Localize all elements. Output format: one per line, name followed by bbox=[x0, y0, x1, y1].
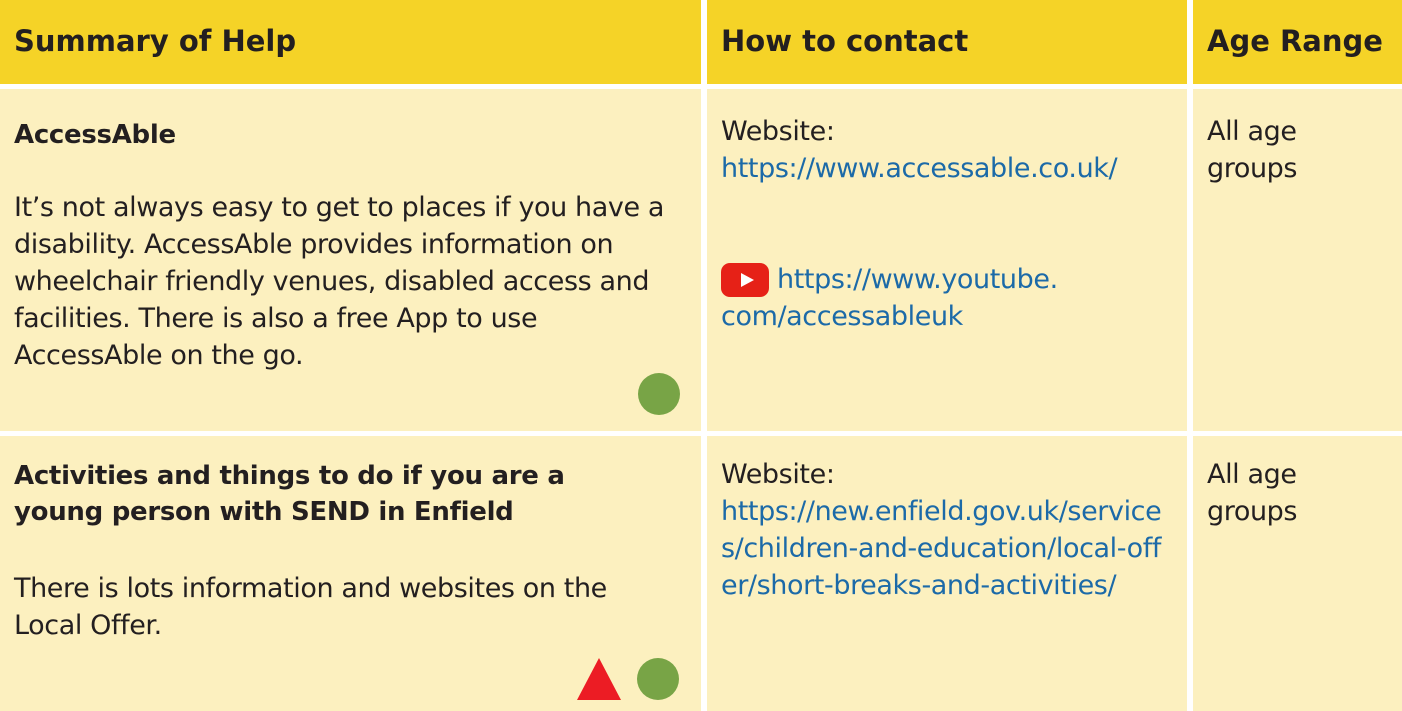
header-contact-label: How to contact bbox=[721, 24, 969, 58]
row-2-website-link[interactable]: https://new.enfield.gov.uk/services/chil… bbox=[721, 493, 1167, 604]
green-circle-icon-2 bbox=[637, 658, 679, 700]
row-1-summary-cell: AccessAble It’s not always easy to get t… bbox=[0, 89, 701, 431]
red-triangle-icon bbox=[577, 658, 621, 700]
help-table: Summary of Help How to contact Age Range… bbox=[0, 0, 1402, 711]
row-2-title: Activities and things to do if you are a… bbox=[14, 461, 565, 527]
row-1-youtube-row: https://www.youtube. bbox=[721, 261, 1173, 298]
header-age-range: Age Range bbox=[1193, 0, 1402, 84]
row-1-age: All age groups bbox=[1207, 116, 1298, 184]
row-2-website-label: Website: bbox=[721, 459, 835, 490]
row-1-title: AccessAble bbox=[14, 120, 176, 150]
header-summary-of-help: Summary of Help bbox=[0, 0, 701, 84]
green-circle-icon bbox=[638, 373, 680, 415]
row-1-description: It’s not always easy to get to places if… bbox=[14, 192, 665, 371]
row-1-youtube-link-line1: https://www.youtube. bbox=[777, 264, 1058, 295]
row-2-description: There is lots information and websites o… bbox=[14, 573, 607, 641]
header-summary-label: Summary of Help bbox=[14, 24, 297, 58]
row-1-website-link[interactable]: https://www.accessable.co.uk/ bbox=[721, 150, 1173, 187]
youtube-icon[interactable] bbox=[721, 263, 769, 297]
row-1-youtube-link-continued[interactable]: com/accessableuk bbox=[721, 298, 1173, 335]
row-2-age: All age groups bbox=[1207, 459, 1298, 527]
row-1-contact-cell: Website: https://www.accessable.co.uk/ h… bbox=[707, 89, 1187, 431]
row-1-age-cell: All age groups bbox=[1193, 89, 1402, 431]
row-2-contact-cell: Website: https://new.enfield.gov.uk/serv… bbox=[707, 436, 1187, 711]
header-age-label: Age Range bbox=[1207, 24, 1383, 58]
row-2-age-cell: All age groups bbox=[1193, 436, 1402, 711]
header-how-to-contact: How to contact bbox=[707, 0, 1187, 84]
row-1-website-label: Website: bbox=[721, 116, 835, 147]
row-2-summary-cell: Activities and things to do if you are a… bbox=[0, 436, 701, 711]
row-1-youtube-link[interactable]: https://www.youtube. bbox=[777, 261, 1058, 298]
